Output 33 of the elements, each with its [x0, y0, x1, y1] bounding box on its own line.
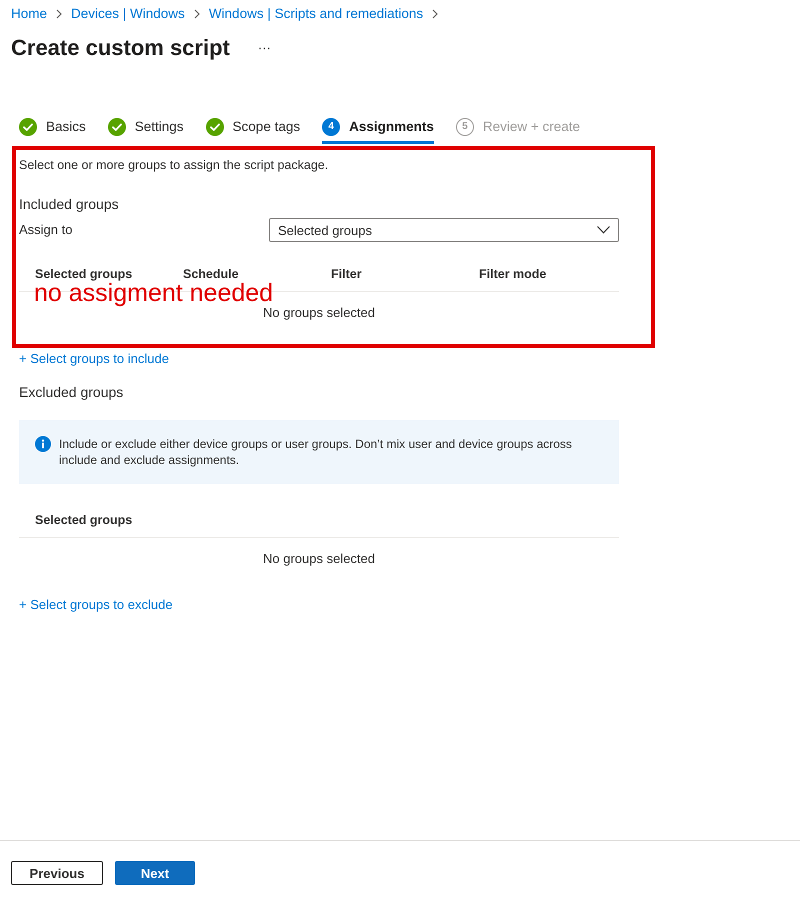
column-header: Selected groups — [35, 512, 132, 526]
intro-text: Select one or more groups to assign the script package. — [19, 157, 328, 174]
empty-message: No groups selected — [262, 304, 375, 320]
column-header: Schedule — [183, 266, 239, 280]
more-button[interactable]: ··· — [256, 39, 273, 57]
step-number: 5 — [456, 118, 474, 136]
previous-button[interactable]: Previous — [11, 861, 103, 885]
breadcrumb-link[interactable]: Devices | Windows — [71, 5, 185, 23]
assign-to-dropdown[interactable]: Selected groups — [269, 218, 619, 242]
info-text: Include or exclude either device groups or user groups. Don’t mix user and device groups across include and exclude assignments. — [59, 436, 573, 468]
add-groups-link[interactable]: + Select groups to include — [19, 350, 169, 368]
chevron-right-icon — [432, 9, 438, 19]
wizard-step-tab[interactable]: Basics — [19, 112, 86, 144]
column-header: Filter mode — [479, 266, 546, 280]
page-title: Create custom script — [11, 34, 230, 62]
next-button[interactable]: Next — [115, 861, 195, 885]
field-label: Assign to — [19, 221, 72, 239]
wizard-step-tab[interactable]: Settings — [108, 112, 184, 144]
section-heading: Included groups — [19, 195, 119, 214]
column-header: Filter — [331, 266, 362, 280]
breadcrumb-link[interactable]: Home — [11, 5, 48, 23]
step-number: 4 — [322, 118, 340, 136]
wizard-step-tab[interactable]: 4 Assignments — [322, 112, 434, 144]
chevron-down-icon — [597, 226, 610, 234]
empty-message: No groups selected — [262, 550, 375, 566]
info-icon — [35, 436, 51, 452]
wizard-step-tab[interactable]: Scope tags — [206, 112, 300, 144]
chevron-right-icon — [56, 9, 62, 19]
section-heading: Excluded groups — [19, 383, 124, 402]
column-header: Selected groups — [35, 266, 132, 280]
add-groups-link[interactable]: + Select groups to exclude — [19, 596, 173, 614]
breadcrumb-link[interactable]: Windows | Scripts and remediations — [208, 5, 424, 23]
chevron-right-icon — [194, 9, 200, 19]
